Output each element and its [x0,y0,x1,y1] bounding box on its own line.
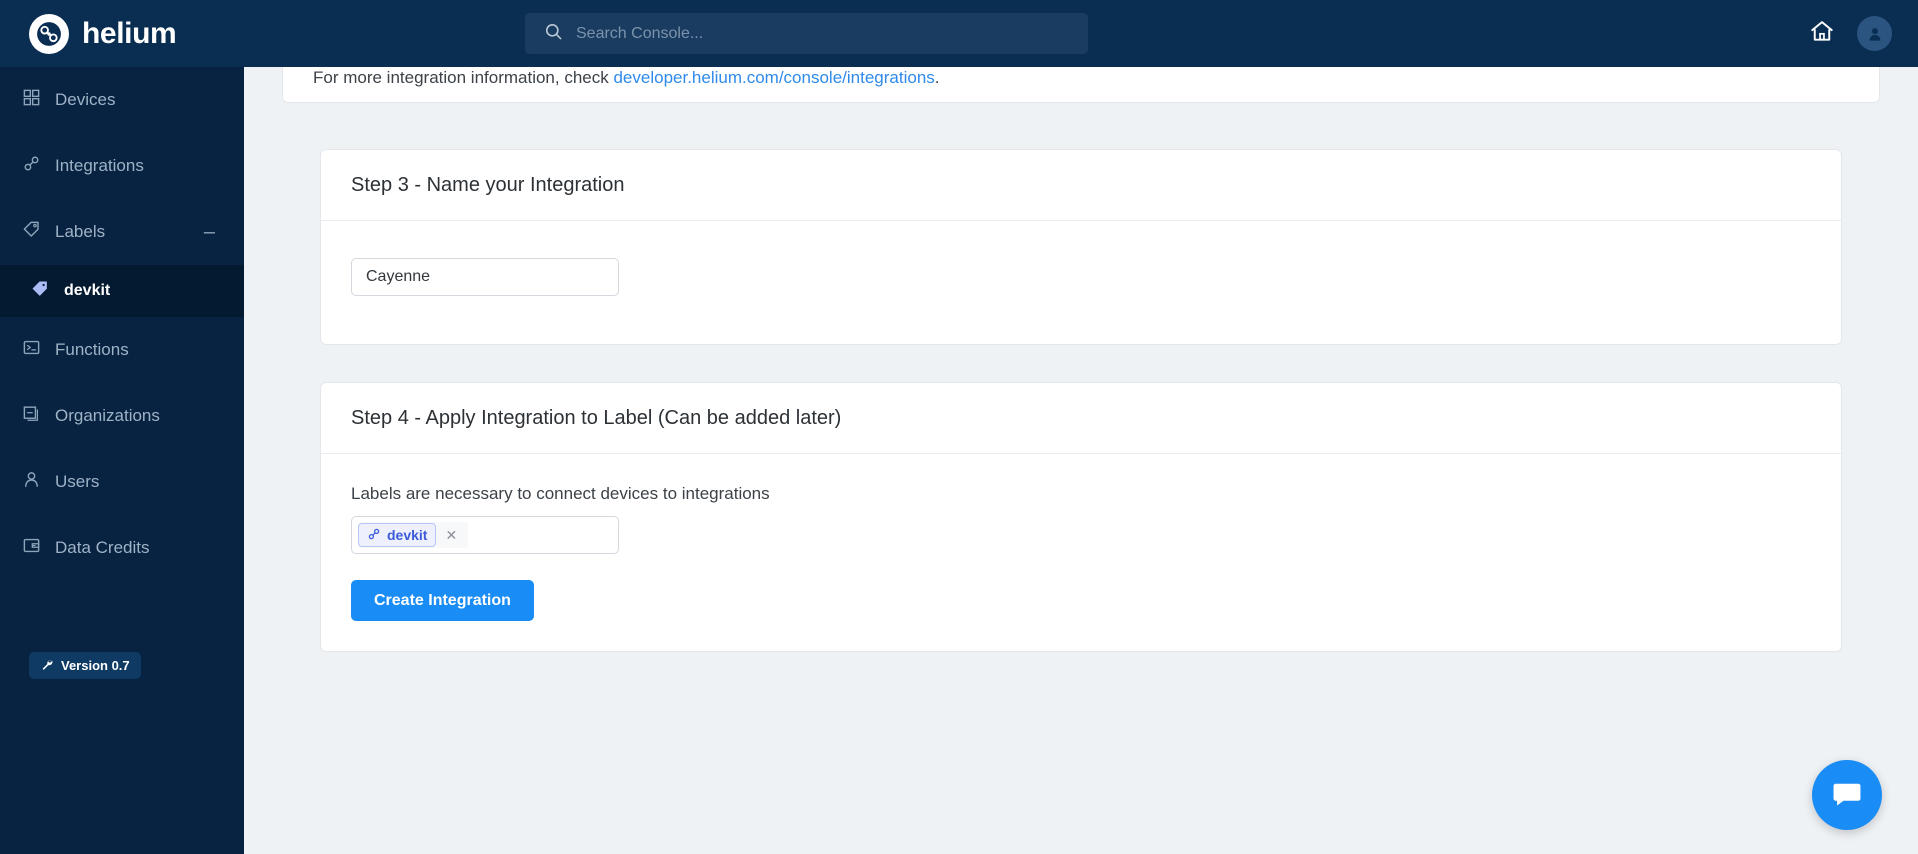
tag-filled-icon [30,279,50,304]
organization-icon [22,404,41,428]
labels-hint-text: Labels are necessary to connect devices … [351,484,770,503]
sidebar-item-integrations[interactable]: Integrations [0,133,244,199]
user-icon [22,470,41,494]
step4-body: Labels are necessary to connect devices … [321,454,1841,651]
helium-logo-icon [29,13,69,54]
chip-label: devkit [387,527,428,543]
sidebar-item-devices[interactable]: Devices [0,67,244,133]
step3-card: Step 3 - Name your Integration [320,149,1842,345]
sidebar-item-functions[interactable]: Functions [0,317,244,383]
search-input[interactable]: Search Console... [525,13,1088,54]
sidebar-item-label: Data Credits [55,538,150,557]
remove-label-icon[interactable]: ✕ [436,527,466,544]
sidebar-item-label: Functions [55,340,129,359]
version-label: Version 0.7 [61,658,130,673]
brand-name: helium [82,16,177,50]
sidebar-item-label: Users [55,472,100,491]
sidebar-item-devkit[interactable]: devkit [0,265,244,317]
sidebar-item-label: Labels [55,222,106,241]
top-bar: helium Search Console... [0,0,1918,67]
credits-icon [22,536,41,560]
sidebar: Devices Integrations Labels – devkit Fun… [0,67,244,854]
home-icon[interactable] [1809,18,1835,49]
tag-icon [22,220,41,244]
collapse-toggle-icon[interactable]: – [204,222,215,242]
top-bar-actions [1809,0,1892,67]
info-text-before: For more integration information, check [313,68,614,87]
step3-body [321,221,1841,344]
sidebar-item-label: Organizations [55,406,160,425]
selected-label-chip: devkit ✕ [358,522,469,548]
sidebar-item-labels[interactable]: Labels – [0,199,244,265]
integration-icon [22,154,41,178]
user-avatar-icon[interactable] [1857,16,1892,51]
main-content: For more integration information, check … [244,67,1918,854]
wrench-icon [40,657,54,674]
label-select-input[interactable]: devkit ✕ [351,516,619,554]
integration-icon [367,527,381,544]
step3-title: Step 3 - Name your Integration [321,150,1841,221]
terminal-icon [22,338,41,362]
integration-docs-link[interactable]: developer.helium.com/console/integration… [613,68,934,87]
grid-icon [22,88,41,112]
search-placeholder: Search Console... [576,24,704,42]
step4-title: Step 4 - Apply Integration to Label (Can… [321,383,1841,454]
step4-card: Step 4 - Apply Integration to Label (Can… [320,382,1842,652]
chat-widget-button[interactable] [1812,760,1882,830]
create-integration-button[interactable]: Create Integration [351,580,534,621]
sidebar-item-label: Integrations [55,156,144,175]
sidebar-item-data-credits[interactable]: Data Credits [0,515,244,581]
brand-logo[interactable]: helium [29,13,177,54]
integration-info-text: For more integration information, check … [313,68,940,88]
integration-name-input[interactable] [351,258,619,296]
info-text-after: . [934,68,940,87]
sidebar-item-label: devkit [64,282,111,299]
integration-info-card: For more integration information, check … [282,67,1880,103]
chat-bubble-icon [1830,776,1864,815]
chip-content[interactable]: devkit [358,523,437,547]
sidebar-item-label: Devices [55,90,116,109]
search-icon [544,22,563,46]
version-badge[interactable]: Version 0.7 [29,652,141,679]
sidebar-item-users[interactable]: Users [0,449,244,515]
sidebar-item-organizations[interactable]: Organizations [0,383,244,449]
